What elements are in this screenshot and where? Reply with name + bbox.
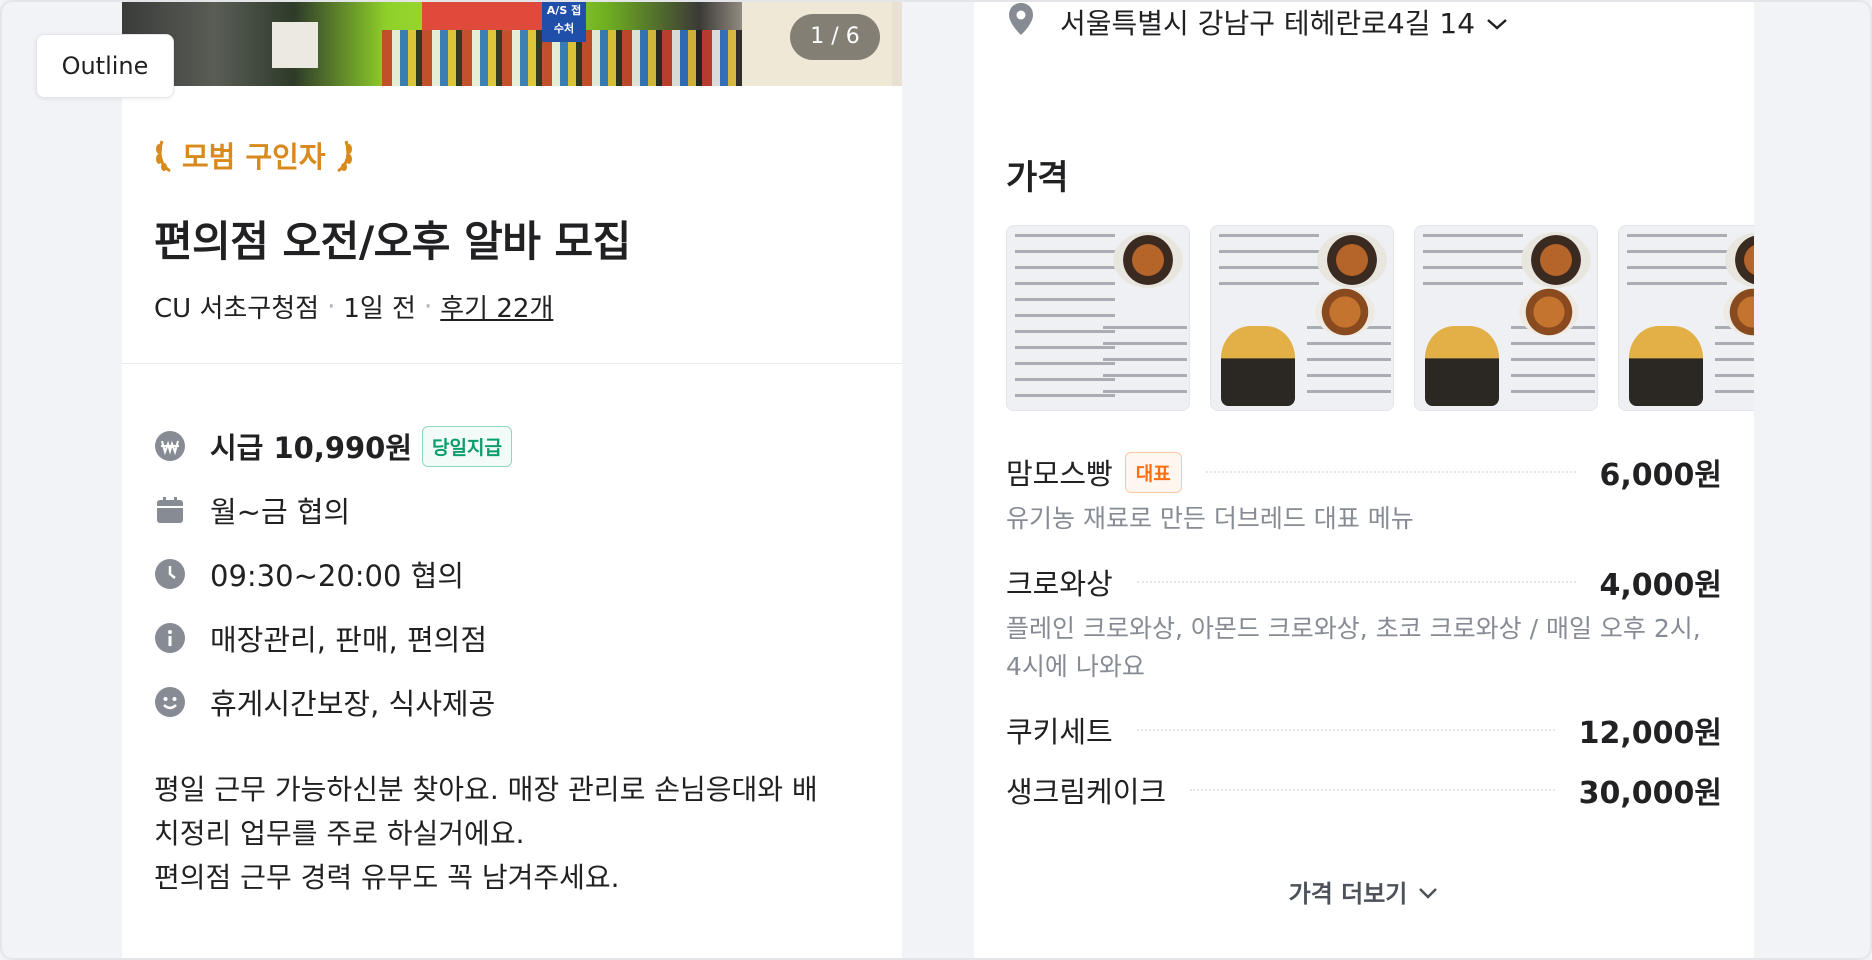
menu-thumbnail[interactable] bbox=[1618, 225, 1754, 411]
menu-thumb-text bbox=[1307, 326, 1391, 406]
job-description: 평일 근무 가능하신분 찾아요. 매장 관리로 손님응대와 배 치정리 업무를 … bbox=[154, 768, 874, 900]
menu-item-description: 유기농 재료로 만든 더브레드 대표 메뉴 bbox=[1006, 504, 1414, 533]
info-benefits: 휴게시간보장, 식사제공 bbox=[154, 670, 512, 734]
tasks-text: 매장관리, 판매, 편의점 bbox=[210, 623, 487, 657]
menu-thumbnail[interactable] bbox=[1414, 225, 1598, 411]
menu-item-name: 맘모스빵 bbox=[1006, 457, 1113, 491]
benefits-text: 휴게시간보장, 식사제공 bbox=[210, 687, 496, 721]
menu-thumb-dish bbox=[1425, 326, 1499, 406]
job-info-list: 시급 10,990원 당일지급 월~금 협의 09:30~20:00 협의 매장… bbox=[154, 414, 512, 734]
outline-button[interactable]: Outline bbox=[36, 34, 174, 98]
photo-counter: 1 / 6 bbox=[790, 14, 880, 60]
job-meta: CU 서초구청점 · 1일 전 · 후기 22개 bbox=[154, 288, 553, 325]
dotted-leader bbox=[1190, 789, 1555, 791]
menu-item-price: 6,000원 bbox=[1599, 458, 1723, 493]
posted-time: 1일 전 bbox=[343, 294, 416, 324]
divider bbox=[122, 363, 902, 364]
menu-item-name: 쿠키세트 bbox=[1006, 715, 1113, 749]
menu-thumbnail[interactable] bbox=[1006, 225, 1190, 411]
menu-thumb-text bbox=[1103, 326, 1187, 406]
meta-separator: · bbox=[423, 291, 433, 322]
price-section-title: 가격 bbox=[1006, 158, 1069, 198]
store-detail-card: 서울특별시 강남구 테헤란로4길 14 가격 맘모스빵 대표 6,000원 유기… bbox=[974, 2, 1754, 958]
menu-thumb-dish bbox=[1629, 326, 1703, 406]
more-label: 가격 더보기 bbox=[1288, 880, 1408, 908]
menu-thumb-dish bbox=[1315, 288, 1375, 336]
address-text: 서울특별시 강남구 테헤란로4길 14 bbox=[1060, 7, 1476, 40]
meta-separator: · bbox=[327, 291, 336, 322]
menu-price-list: 맘모스빵 대표 6,000원 유기농 재료로 만든 더브레드 대표 메뉴 크로와… bbox=[1006, 448, 1722, 834]
dotted-leader bbox=[1136, 729, 1555, 731]
store-photo[interactable]: A/S 접수처 1 / 6 bbox=[122, 2, 902, 86]
menu-item-price: 30,000원 bbox=[1578, 776, 1722, 811]
calendar-icon bbox=[154, 494, 186, 526]
laurel-icon bbox=[336, 140, 352, 173]
store-name[interactable]: CU 서초구청점 bbox=[154, 288, 319, 325]
photo-sign-as: A/S 접수처 bbox=[542, 2, 586, 42]
menu-thumb-text bbox=[1015, 234, 1115, 404]
dotted-leader bbox=[1136, 581, 1576, 583]
menu-item-name: 생크림케이크 bbox=[1006, 775, 1167, 809]
description-line: 치정리 업무를 주로 하실거에요. bbox=[154, 817, 525, 850]
menu-image-carousel[interactable] bbox=[1006, 225, 1754, 411]
address-row[interactable]: 서울특별시 강남구 테헤란로4길 14 bbox=[1008, 2, 1509, 42]
map-pin-icon bbox=[1008, 2, 1034, 42]
menu-thumb-dish bbox=[1113, 232, 1183, 288]
badge-label: 모범 구인자 bbox=[182, 140, 326, 174]
photo-sign bbox=[422, 2, 562, 30]
menu-item-description: 플레인 크로와상, 아몬드 크로와상, 초코 크로와상 / 매일 오후 2시, … bbox=[1006, 614, 1701, 681]
chevron-down-icon bbox=[1485, 6, 1509, 39]
job-detail-card: A/S 접수처 1 / 6 모범 구인자 편의점 오전/오후 알바 모집 CU … bbox=[122, 2, 902, 958]
menu-thumb-dish bbox=[1521, 232, 1591, 288]
model-employer-badge: 모범 구인자 bbox=[154, 134, 354, 176]
info-hours: 09:30~20:00 협의 bbox=[154, 542, 512, 606]
menu-thumb-text bbox=[1423, 234, 1523, 294]
menu-thumb-text bbox=[1511, 326, 1595, 406]
info-icon bbox=[154, 622, 186, 654]
menu-item-price: 4,000원 bbox=[1599, 568, 1723, 603]
reviews-link[interactable]: 후기 22개 bbox=[440, 288, 553, 325]
info-days: 월~금 협의 bbox=[154, 478, 512, 542]
wage-text: 시급 10,990원 bbox=[210, 431, 413, 465]
photo-sign bbox=[272, 22, 318, 68]
info-tasks: 매장관리, 판매, 편의점 bbox=[154, 606, 512, 670]
days-text: 월~금 협의 bbox=[210, 495, 351, 529]
info-wage: 시급 10,990원 당일지급 bbox=[154, 414, 512, 478]
menu-item: 생크림케이크 30,000원 bbox=[1006, 766, 1722, 814]
laurel-icon bbox=[156, 140, 171, 173]
menu-thumb-dish bbox=[1317, 232, 1387, 288]
chevron-down-icon bbox=[1417, 878, 1439, 906]
menu-item-price: 12,000원 bbox=[1578, 716, 1722, 751]
clock-icon bbox=[154, 558, 186, 590]
dotted-leader bbox=[1205, 471, 1576, 473]
description-line: 편의점 근무 경력 유무도 꼭 남겨주세요. bbox=[154, 861, 620, 894]
job-title: 편의점 오전/오후 알바 모집 bbox=[154, 217, 631, 266]
menu-thumb-text bbox=[1715, 326, 1754, 406]
menu-thumb-text bbox=[1219, 234, 1319, 294]
menu-thumb-dish bbox=[1221, 326, 1295, 406]
hours-text: 09:30~20:00 협의 bbox=[210, 559, 465, 593]
menu-thumb-dish bbox=[1725, 232, 1754, 288]
menu-item-name: 크로와상 bbox=[1006, 567, 1113, 601]
menu-item: 맘모스빵 대표 6,000원 유기농 재료로 만든 더브레드 대표 메뉴 bbox=[1006, 448, 1722, 538]
menu-item: 크로와상 4,000원 플레인 크로와상, 아몬드 크로와상, 초코 크로와상 … bbox=[1006, 558, 1722, 686]
price-more-button[interactable]: 가격 더보기 bbox=[974, 874, 1754, 909]
page-frame: A/S 접수처 1 / 6 모범 구인자 편의점 오전/오후 알바 모집 CU … bbox=[0, 0, 1872, 960]
menu-thumb-dish bbox=[1519, 288, 1579, 336]
menu-item: 쿠키세트 12,000원 bbox=[1006, 706, 1722, 754]
signature-tag: 대표 bbox=[1124, 451, 1182, 493]
smile-icon bbox=[154, 686, 186, 718]
menu-thumbnail[interactable] bbox=[1210, 225, 1394, 411]
same-day-pay-tag: 당일지급 bbox=[422, 425, 512, 467]
menu-thumb-text bbox=[1627, 234, 1727, 294]
wage-icon bbox=[154, 430, 186, 462]
description-line: 평일 근무 가능하신분 찾아요. 매장 관리로 손님응대와 배 bbox=[154, 773, 818, 806]
